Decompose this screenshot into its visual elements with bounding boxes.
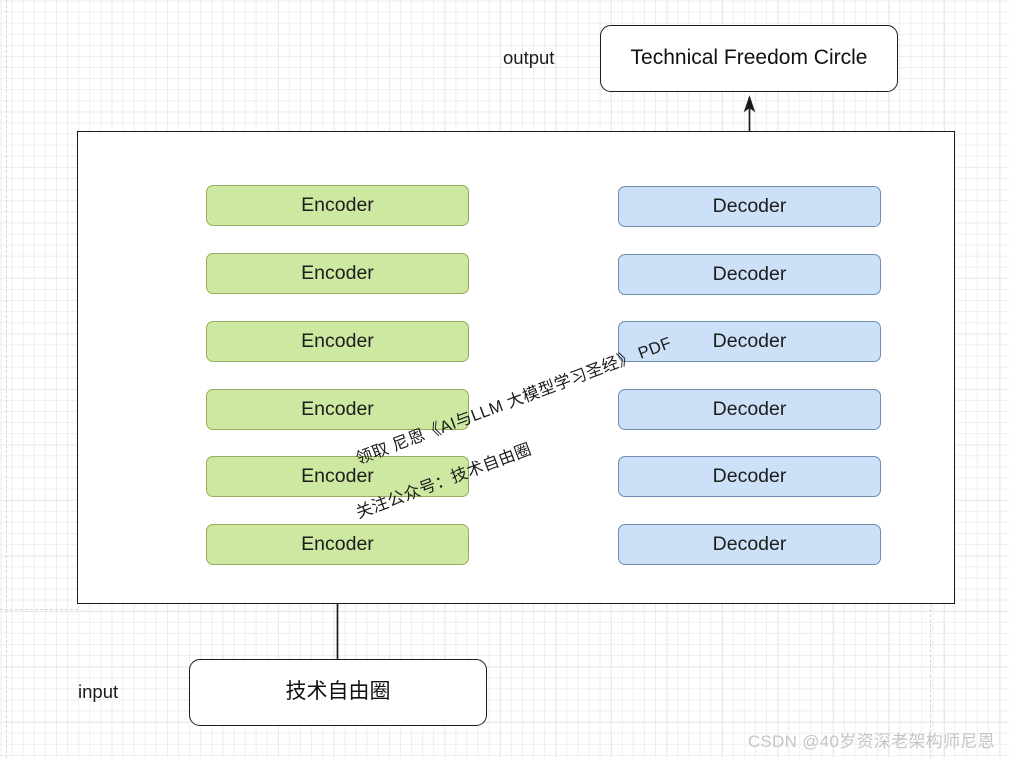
input-node[interactable]: 技术自由圈 bbox=[189, 659, 487, 726]
encoder-block-1[interactable]: Encoder bbox=[206, 185, 469, 226]
decoder-block-label: Decoder bbox=[712, 195, 787, 218]
encoder-block-5[interactable]: Encoder bbox=[206, 456, 469, 497]
output-label: output bbox=[503, 47, 555, 68]
encoder-block-label: Encoder bbox=[301, 194, 374, 217]
decoder-block-label: Decoder bbox=[712, 263, 787, 286]
diagram-canvas: Encoder Encoder Encoder Encoder Encoder … bbox=[0, 0, 1009, 758]
encoder-block-4[interactable]: Encoder bbox=[206, 389, 469, 430]
decoder-block-5[interactable]: Decoder bbox=[618, 456, 881, 497]
decoder-block-4[interactable]: Decoder bbox=[618, 389, 881, 430]
encoder-block-label: Encoder bbox=[301, 398, 374, 421]
encoder-block-label: Encoder bbox=[301, 465, 374, 488]
decoder-block-2[interactable]: Decoder bbox=[618, 254, 881, 295]
input-label: input bbox=[78, 681, 119, 702]
decoder-block-label: Decoder bbox=[712, 533, 787, 556]
decoder-block-label: Decoder bbox=[712, 398, 787, 421]
decoder-block-label: Decoder bbox=[712, 465, 787, 488]
encoder-block-label: Encoder bbox=[301, 262, 374, 285]
csdn-watermark: CSDN @40岁资深老架构师尼恩 bbox=[747, 732, 995, 751]
decoder-block-1[interactable]: Decoder bbox=[618, 186, 881, 227]
decoder-block-label: Decoder bbox=[712, 330, 787, 353]
encoder-block-6[interactable]: Encoder bbox=[206, 524, 469, 565]
input-node-label: 技术自由圈 bbox=[285, 680, 391, 704]
encoder-block-3[interactable]: Encoder bbox=[206, 321, 469, 362]
encoder-block-2[interactable]: Encoder bbox=[206, 253, 469, 294]
decoder-block-3[interactable]: Decoder bbox=[618, 321, 881, 362]
encoder-block-label: Encoder bbox=[301, 533, 374, 556]
decoder-block-6[interactable]: Decoder bbox=[618, 524, 881, 565]
encoder-block-label: Encoder bbox=[301, 330, 374, 353]
output-node-label: Technical Freedom Circle bbox=[630, 46, 868, 70]
output-node[interactable]: Technical Freedom Circle bbox=[600, 25, 898, 92]
